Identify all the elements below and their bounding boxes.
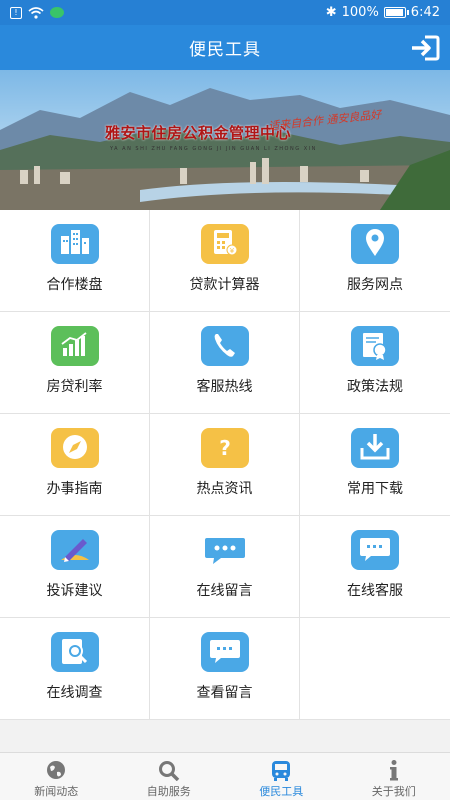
tab-search[interactable]: 自助服务: [113, 753, 226, 800]
status-icons-right: ✱ 100% 6:42: [326, 5, 440, 20]
tool-tile[interactable]: 常用下载: [300, 414, 450, 516]
banner-subtitle: YA AN SHI ZHU FANG GONG JI JIN GUAN LI Z…: [110, 146, 317, 152]
battery-percent: 100%: [341, 5, 379, 20]
empty-tile: [300, 618, 450, 720]
tool-label: 合作楼盘: [46, 277, 103, 293]
sim-card-icon: !: [10, 6, 22, 19]
tool-label: 服务网点: [347, 277, 403, 293]
login-icon[interactable]: [410, 34, 440, 62]
phone-icon: [200, 326, 249, 366]
tab-bus[interactable]: 便民工具: [225, 753, 338, 800]
tool-tile[interactable]: 办事指南: [0, 414, 150, 516]
tool-label: 办事指南: [46, 481, 103, 497]
tool-tile[interactable]: 查看留言: [150, 618, 300, 720]
battery-icon: [383, 7, 409, 18]
location-pin-icon: [351, 224, 399, 264]
svg-text:?: ?: [219, 436, 231, 460]
tool-tile[interactable]: 政策法规: [300, 312, 450, 414]
tab-label: 自助服务: [146, 785, 191, 798]
bottom-tab-bar: 新闻动态 自助服务 便民工具 关于我们: [0, 752, 450, 800]
header: 便民工具: [0, 25, 450, 70]
tool-tile[interactable]: ? 热点资讯: [150, 414, 300, 516]
wechat-notification-icon: [50, 7, 64, 18]
svg-text:¥: ¥: [229, 247, 234, 255]
tool-label: 政策法规: [347, 379, 403, 395]
bluetooth-icon: ✱: [325, 5, 337, 20]
survey-search-icon: [50, 632, 99, 672]
tool-label: 房贷利率: [46, 379, 103, 395]
tool-label: 贷款计算器: [189, 277, 260, 293]
tab-label: 关于我们: [371, 785, 416, 798]
tool-tile[interactable]: 房贷利率: [0, 312, 150, 414]
banner[interactable]: 雅安市住房公积金管理中心 YA AN SHI ZHU FANG GONG JI …: [0, 70, 450, 210]
calculator-icon: ¥: [200, 224, 249, 264]
tool-tile[interactable]: 合作楼盘: [0, 210, 150, 312]
tab-label: 新闻动态: [34, 785, 79, 798]
info-icon: [389, 760, 398, 781]
tab-globe[interactable]: 新闻动态: [0, 753, 113, 800]
pencil-icon: [50, 530, 99, 570]
chat-bubble-icon: [201, 530, 249, 570]
tool-label: 投诉建议: [46, 583, 103, 599]
tool-tile[interactable]: 在线客服: [300, 516, 450, 618]
tools-grid: 合作楼盘 ¥ 贷款计算器 服务网点 房贷利率 客服热线 政策法规 办事指南? 热点资讯 常用下载投…: [0, 210, 450, 720]
question-icon: ?: [200, 428, 249, 468]
tool-label: 常用下载: [347, 481, 403, 497]
tool-label: 在线留言: [196, 583, 253, 599]
tool-label: 热点资讯: [196, 481, 253, 497]
banner-title: 雅安市住房公积金管理中心: [105, 124, 292, 142]
download-icon: [351, 428, 399, 468]
chat-icon: [351, 530, 399, 570]
tab-info[interactable]: 关于我们: [338, 753, 450, 800]
rate-chart-icon: [50, 326, 99, 366]
clock-time: 6:42: [410, 5, 440, 20]
globe-icon: [47, 761, 66, 779]
certificate-icon: [351, 326, 399, 366]
status-icons-left: !: [10, 6, 64, 19]
bus-icon: [272, 761, 291, 781]
tool-tile[interactable]: ¥ 贷款计算器: [150, 210, 300, 312]
search-icon: [158, 761, 179, 781]
tool-label: 在线客服: [347, 583, 403, 599]
tool-tile[interactable]: 客服热线: [150, 312, 300, 414]
tool-label: 查看留言: [196, 685, 253, 701]
tool-tile[interactable]: 在线留言: [150, 516, 300, 618]
battery-level: [385, 9, 403, 16]
tool-tile[interactable]: 服务网点: [300, 210, 450, 312]
tool-tile[interactable]: 投诉建议: [0, 516, 150, 618]
buildings-icon: [50, 224, 99, 264]
tool-tile[interactable]: 在线调查: [0, 618, 150, 720]
tool-label: 客服热线: [196, 379, 253, 395]
status-bar: ! ✱ 100% 6:42: [0, 0, 450, 25]
compass-icon: [50, 428, 99, 468]
wifi-icon: [28, 6, 44, 19]
page-title: 便民工具: [189, 40, 261, 60]
message-view-icon: [200, 632, 249, 672]
tab-label: 便民工具: [259, 785, 304, 798]
tool-label: 在线调查: [46, 685, 103, 701]
